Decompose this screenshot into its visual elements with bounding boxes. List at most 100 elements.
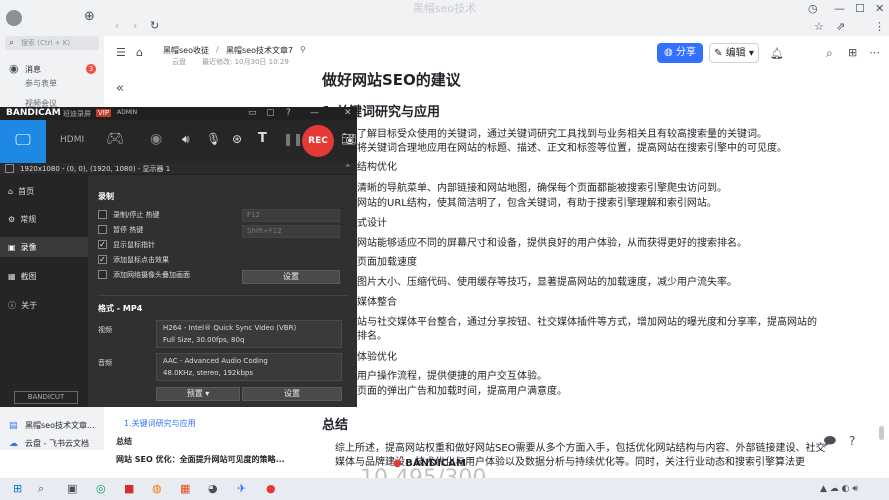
help-icon[interactable]: ? <box>849 434 855 448</box>
back-icon[interactable]: ‹ <box>115 19 119 33</box>
sidebar-item-doc[interactable]: ▤ 黑帽seo技术文章... <box>5 420 99 432</box>
more-icon[interactable]: ⋮ <box>874 20 885 34</box>
avatar[interactable] <box>6 10 22 26</box>
webcam-icon[interactable]: ◉ <box>150 132 162 146</box>
record-hotkey-field[interactable]: F12 <box>242 209 340 222</box>
edge-icon[interactable]: ◎ <box>96 482 106 496</box>
doc-line: 页面的弹出广告和加载时间，提高用户满意度。 <box>357 386 567 397</box>
bandicam-window: BANDICAM 班迪录屏 VIP ADMIN ▭ ▢ ? — ✕ 🖵︎ HDM… <box>0 107 357 407</box>
breadcrumb-separator: / <box>216 45 219 54</box>
close-icon[interactable]: ✕ <box>875 2 884 16</box>
outline-item[interactable]: 1.关键词研究与应用 <box>124 418 196 429</box>
format-settings-button[interactable]: 设置 <box>242 387 342 401</box>
admin-badge: ADMIN <box>117 109 138 116</box>
menu-video[interactable]: ▣ 录像 <box>8 242 37 253</box>
sidebar-item-messages[interactable]: ◉ 消息 3 <box>5 62 99 76</box>
text-overlay-icon[interactable]: T <box>258 132 267 146</box>
pause-hotkey-checkbox[interactable] <box>98 225 107 234</box>
menu-about[interactable]: ⓘ 关于 <box>8 300 37 311</box>
screenshot-icon[interactable]: 📷︎ <box>341 132 356 146</box>
menu-screenshot[interactable]: ▦ 截图 <box>8 271 37 282</box>
sidebar-item-forms[interactable]: 参与表单 <box>25 78 57 89</box>
screen-mode-button[interactable]: 🖵︎ <box>0 120 46 163</box>
hdmi-mode-icon[interactable]: HDMI <box>60 133 84 147</box>
help-icon[interactable]: ? <box>286 106 291 120</box>
feishu-icon[interactable]: ✈ <box>237 482 246 496</box>
record-hotkey-checkbox[interactable] <box>98 210 107 219</box>
audio-codec-box[interactable]: AAC - Advanced Audio Coding 48.0KHz, ste… <box>156 353 342 381</box>
maximize-icon[interactable]: ☐ <box>855 2 865 16</box>
bookmark-icon[interactable]: ☆ <box>814 20 824 34</box>
menu-icon[interactable]: ☰ <box>116 46 126 60</box>
windows-start-icon[interactable]: ⊞ <box>13 482 22 496</box>
bandicam-menu: ⌂ 首页 ⚙ 常规 ▣ 录像 ▦ 截图 ⓘ 关于 BANDICUT <box>0 175 88 407</box>
scrollbar-thumb[interactable] <box>879 426 884 440</box>
task-view-icon[interactable]: ▣ <box>67 482 77 496</box>
lock-icon[interactable]: ▢ <box>266 106 275 120</box>
region-bar[interactable]: 1920x1080 - (0, 0), (1920, 1080) - 显示器 1… <box>0 163 357 175</box>
notification-icon[interactable]: 🔔︎ <box>770 47 784 61</box>
speaker-icon[interactable]: 🔊︎ <box>182 132 190 146</box>
game-mode-icon[interactable]: 🎮︎ <box>106 132 124 146</box>
app-icon[interactable]: ◕ <box>208 482 218 496</box>
collapse-icon[interactable]: ⌃ <box>344 162 352 176</box>
refresh-icon[interactable]: ↻ <box>150 19 159 33</box>
doc-line: 式设计 <box>357 218 387 229</box>
outline-item[interactable]: 网站 SEO 优化：全面提升网站可见度的策略... <box>116 454 285 465</box>
video-icon: ▣ <box>8 243 16 252</box>
doc-line: 清晰的导航菜单、内部链接和网站地图，确保每个页面都能被搜索引擎爬虫访问到。 <box>357 183 727 194</box>
search-icon: ⌕ <box>9 38 15 48</box>
edit-label: 编辑 <box>725 48 746 59</box>
region-checkbox[interactable] <box>5 164 14 173</box>
collapse-outline-icon[interactable]: « <box>116 82 124 96</box>
webcam-settings-button[interactable]: 设置 <box>242 270 340 284</box>
add-icon[interactable]: ⊕ <box>84 10 95 24</box>
pause-icon[interactable]: ❚❚ <box>283 132 303 146</box>
sidebar-item-cloud[interactable]: ☁ 云盘 - 飞书云文档 <box>5 438 99 450</box>
taskbar-search-icon[interactable]: ⌕ <box>38 482 44 496</box>
comment-icon[interactable]: 🗩︎ <box>823 434 836 448</box>
share-button[interactable]: ◍ 分享 <box>657 43 703 63</box>
app-icon[interactable]: ▦ <box>180 482 190 496</box>
video-detail: Full Size, 30.00fps, 80q <box>163 336 245 344</box>
doc-more-icon[interactable]: ⋯ <box>869 46 880 60</box>
folder-icon[interactable]: ▭ <box>248 106 257 120</box>
search-input[interactable]: ⌕ 搜索 (Ctrl + K) <box>5 36 99 50</box>
video-codec-box[interactable]: H264 - Intel® Quick Sync Video (VBR) Ful… <box>156 320 342 348</box>
forward-icon[interactable]: › <box>133 19 137 33</box>
tray-icons[interactable]: ▲ ☁ ◐ 🔊︎ <box>820 482 858 496</box>
minimize-icon[interactable]: — <box>834 2 845 16</box>
app-icon[interactable]: ■ <box>124 482 134 496</box>
bandicam-brand: 班迪录屏 <box>63 110 91 118</box>
microphone-icon[interactable]: 🎙︎ <box>206 132 221 146</box>
taskbar: ⊞ ⌕ ▣ ◎ ■ ◍ ▦ ◕ ✈ ● ▲ ☁ ◐ 🔊︎ <box>0 478 889 500</box>
pin-icon[interactable]: ⚲ <box>300 45 306 54</box>
pause-hotkey-field[interactable]: Shift+F12 <box>242 225 340 238</box>
rec-button[interactable]: REC <box>302 125 334 157</box>
doc-line: 站与社交媒体平台整合，通过分享按钮、社交媒体插件等方式，增加网站的曝光度和分享率… <box>357 317 817 328</box>
option-label: 录制/停止 热键 <box>113 211 160 219</box>
close-icon[interactable]: ✕ <box>344 106 352 120</box>
app-icon[interactable]: ◍ <box>152 482 162 496</box>
edit-button[interactable]: ✎ 编辑 ▾ <box>709 43 759 63</box>
webcam-overlay-checkbox[interactable] <box>98 270 107 279</box>
mouse-effect-icon[interactable]: ⊛ <box>232 132 242 146</box>
click-effect-checkbox[interactable]: ✓ <box>98 255 107 264</box>
doc-search-icon[interactable]: ⌕ <box>826 46 833 60</box>
breadcrumb-root[interactable]: 黑帽seo收徒 <box>163 45 209 56</box>
breadcrumb-current[interactable]: 黑帽seo技术文章7 <box>226 45 293 56</box>
preset-button[interactable]: 预置 ▾ <box>156 387 240 401</box>
home-icon[interactable]: ⌂ <box>136 46 143 60</box>
minimize-icon[interactable]: — <box>310 106 319 120</box>
template-icon[interactable]: ⊞ <box>848 46 857 60</box>
show-cursor-checkbox[interactable]: ✓ <box>98 240 107 249</box>
bandicut-button[interactable]: BANDICUT <box>14 391 78 404</box>
share-label: 分享 <box>675 47 696 58</box>
bandicam-taskbar-icon[interactable]: ● <box>266 482 276 496</box>
menu-general[interactable]: ⚙ 常规 <box>8 214 36 225</box>
doc-line: 了解目标受众使用的关键词，通过关键词研究工具找到与业务相关且有较高搜索量的关键词… <box>357 129 767 140</box>
menu-home[interactable]: ⌂ 首页 <box>8 186 34 197</box>
outline-item[interactable]: 总结 <box>116 436 132 447</box>
history-icon[interactable]: ◷ <box>808 2 818 16</box>
share-page-icon[interactable]: ⇗ <box>836 20 845 34</box>
